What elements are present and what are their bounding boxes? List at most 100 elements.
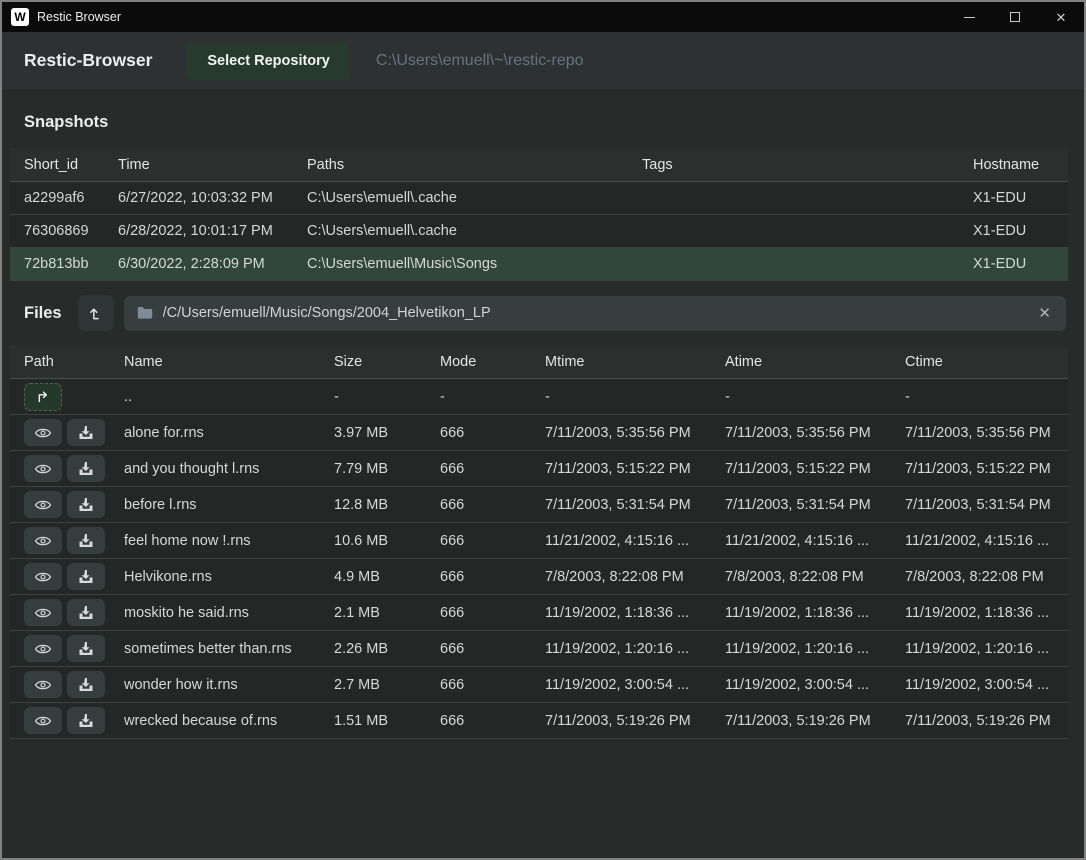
column-header: Size <box>334 354 440 370</box>
file-atime: 7/8/2003, 8:22:08 PM <box>725 569 905 585</box>
snapshots-table-body: a2299af66/27/2022, 10:03:32 PMC:\Users\e… <box>10 182 1068 281</box>
eye-icon <box>34 498 52 512</box>
eye-icon <box>34 570 52 584</box>
file-mtime: - <box>545 389 725 405</box>
view-file-button[interactable] <box>24 563 62 590</box>
download-icon <box>78 677 94 692</box>
file-size: - <box>334 389 440 405</box>
view-file-button[interactable] <box>24 707 62 734</box>
snapshot-hostname: X1-EDU <box>973 190 1068 206</box>
clear-path-button[interactable]: ✕ <box>1036 304 1053 322</box>
path-up-button[interactable] <box>78 295 114 331</box>
download-file-button[interactable] <box>67 671 105 698</box>
file-ctime: 11/19/2002, 1:18:36 ... <box>905 605 1068 621</box>
folder-icon <box>137 306 153 320</box>
eye-icon <box>34 606 52 620</box>
view-file-button[interactable] <box>24 491 62 518</box>
files-bar: Files /C/Users/emuell/Music/Songs/2004_H… <box>2 295 1084 331</box>
view-file-button[interactable] <box>24 419 62 446</box>
column-header: Tags <box>642 157 973 173</box>
eye-icon <box>34 534 52 548</box>
wails-logo-icon: W <box>11 8 29 26</box>
eye-icon <box>34 678 52 692</box>
download-icon <box>78 605 94 620</box>
file-atime: 7/11/2003, 5:15:22 PM <box>725 461 905 477</box>
file-atime: - <box>725 389 905 405</box>
snapshot-row[interactable]: a2299af66/27/2022, 10:03:32 PMC:\Users\e… <box>10 182 1068 215</box>
file-atime: 7/11/2003, 5:19:26 PM <box>725 713 905 729</box>
download-icon <box>78 641 94 656</box>
file-name: wonder how it.rns <box>124 677 334 693</box>
go-up-directory-button[interactable] <box>24 383 62 411</box>
column-header: Short_id <box>24 157 118 173</box>
download-icon <box>78 533 94 548</box>
snapshot-time: 6/28/2022, 10:01:17 PM <box>118 223 307 239</box>
download-file-button[interactable] <box>67 635 105 662</box>
download-file-button[interactable] <box>67 527 105 554</box>
file-name: and you thought l.rns <box>124 461 334 477</box>
file-mode: 666 <box>440 461 545 477</box>
select-repository-button[interactable]: Select Repository <box>187 42 350 80</box>
download-file-button[interactable] <box>67 491 105 518</box>
download-file-button[interactable] <box>67 563 105 590</box>
file-actions <box>24 527 124 554</box>
view-file-button[interactable] <box>24 455 62 482</box>
file-ctime: 11/21/2002, 4:15:16 ... <box>905 533 1068 549</box>
file-actions <box>24 707 124 734</box>
files-section-title: Files <box>24 304 62 323</box>
download-file-button[interactable] <box>67 707 105 734</box>
snapshots-table: Short_idTimePathsTagsHostname a2299af66/… <box>10 148 1068 281</box>
files-table-body: ..-----alone for.rns3.97 MB6667/11/2003,… <box>10 379 1068 739</box>
close-icon: ✕ <box>1056 11 1067 24</box>
file-actions <box>24 491 124 518</box>
toolbar: Restic-Browser Select Repository C:\User… <box>2 32 1084 89</box>
current-path-text: /C/Users/emuell/Music/Songs/2004_Helveti… <box>163 305 1037 321</box>
file-size: 4.9 MB <box>334 569 440 585</box>
file-size: 10.6 MB <box>334 533 440 549</box>
file-ctime: 7/11/2003, 5:31:54 PM <box>905 497 1068 513</box>
parent-directory-row: ..----- <box>10 379 1068 415</box>
column-header: Path <box>24 354 124 370</box>
snapshot-row[interactable]: 763068696/28/2022, 10:01:17 PMC:\Users\e… <box>10 215 1068 248</box>
snapshots-table-header: Short_idTimePathsTagsHostname <box>10 148 1068 182</box>
column-header: Time <box>118 157 307 173</box>
file-mode: 666 <box>440 425 545 441</box>
file-name: alone for.rns <box>124 425 334 441</box>
file-mtime: 11/21/2002, 4:15:16 ... <box>545 533 725 549</box>
download-file-button[interactable] <box>67 455 105 482</box>
files-table-header: PathNameSizeModeMtimeAtimeCtime <box>10 345 1068 379</box>
view-file-button[interactable] <box>24 599 62 626</box>
snapshot-hostname: X1-EDU <box>973 223 1068 239</box>
window-title: Restic Browser <box>37 10 121 24</box>
file-actions <box>24 635 124 662</box>
view-file-button[interactable] <box>24 671 62 698</box>
file-mtime: 7/11/2003, 5:15:22 PM <box>545 461 725 477</box>
close-button[interactable]: ✕ <box>1038 2 1084 32</box>
current-path-bar[interactable]: /C/Users/emuell/Music/Songs/2004_Helveti… <box>124 296 1066 331</box>
file-ctime: 11/19/2002, 3:00:54 ... <box>905 677 1068 693</box>
file-size: 2.26 MB <box>334 641 440 657</box>
download-file-button[interactable] <box>67 599 105 626</box>
column-header: Atime <box>725 354 905 370</box>
file-mode: 666 <box>440 533 545 549</box>
maximize-button[interactable] <box>992 2 1038 32</box>
minimize-button[interactable] <box>946 2 992 32</box>
snapshot-paths: C:\Users\emuell\.cache <box>307 223 642 239</box>
column-header: Paths <box>307 157 642 173</box>
file-atime: 11/19/2002, 3:00:54 ... <box>725 677 905 693</box>
file-size: 2.7 MB <box>334 677 440 693</box>
file-ctime: - <box>905 389 1068 405</box>
file-atime: 11/19/2002, 1:20:16 ... <box>725 641 905 657</box>
file-size: 3.97 MB <box>334 425 440 441</box>
view-file-button[interactable] <box>24 527 62 554</box>
snapshot-row[interactable]: 72b813bb6/30/2022, 2:28:09 PMC:\Users\em… <box>10 248 1068 281</box>
view-file-button[interactable] <box>24 635 62 662</box>
file-mtime: 11/19/2002, 3:00:54 ... <box>545 677 725 693</box>
file-size: 2.1 MB <box>334 605 440 621</box>
file-atime: 7/11/2003, 5:35:56 PM <box>725 425 905 441</box>
file-size: 12.8 MB <box>334 497 440 513</box>
file-mtime: 7/11/2003, 5:35:56 PM <box>545 425 725 441</box>
download-file-button[interactable] <box>67 419 105 446</box>
file-row: wrecked because of.rns1.51 MB6667/11/200… <box>10 703 1068 739</box>
snapshots-section-title: Snapshots <box>2 89 1084 148</box>
